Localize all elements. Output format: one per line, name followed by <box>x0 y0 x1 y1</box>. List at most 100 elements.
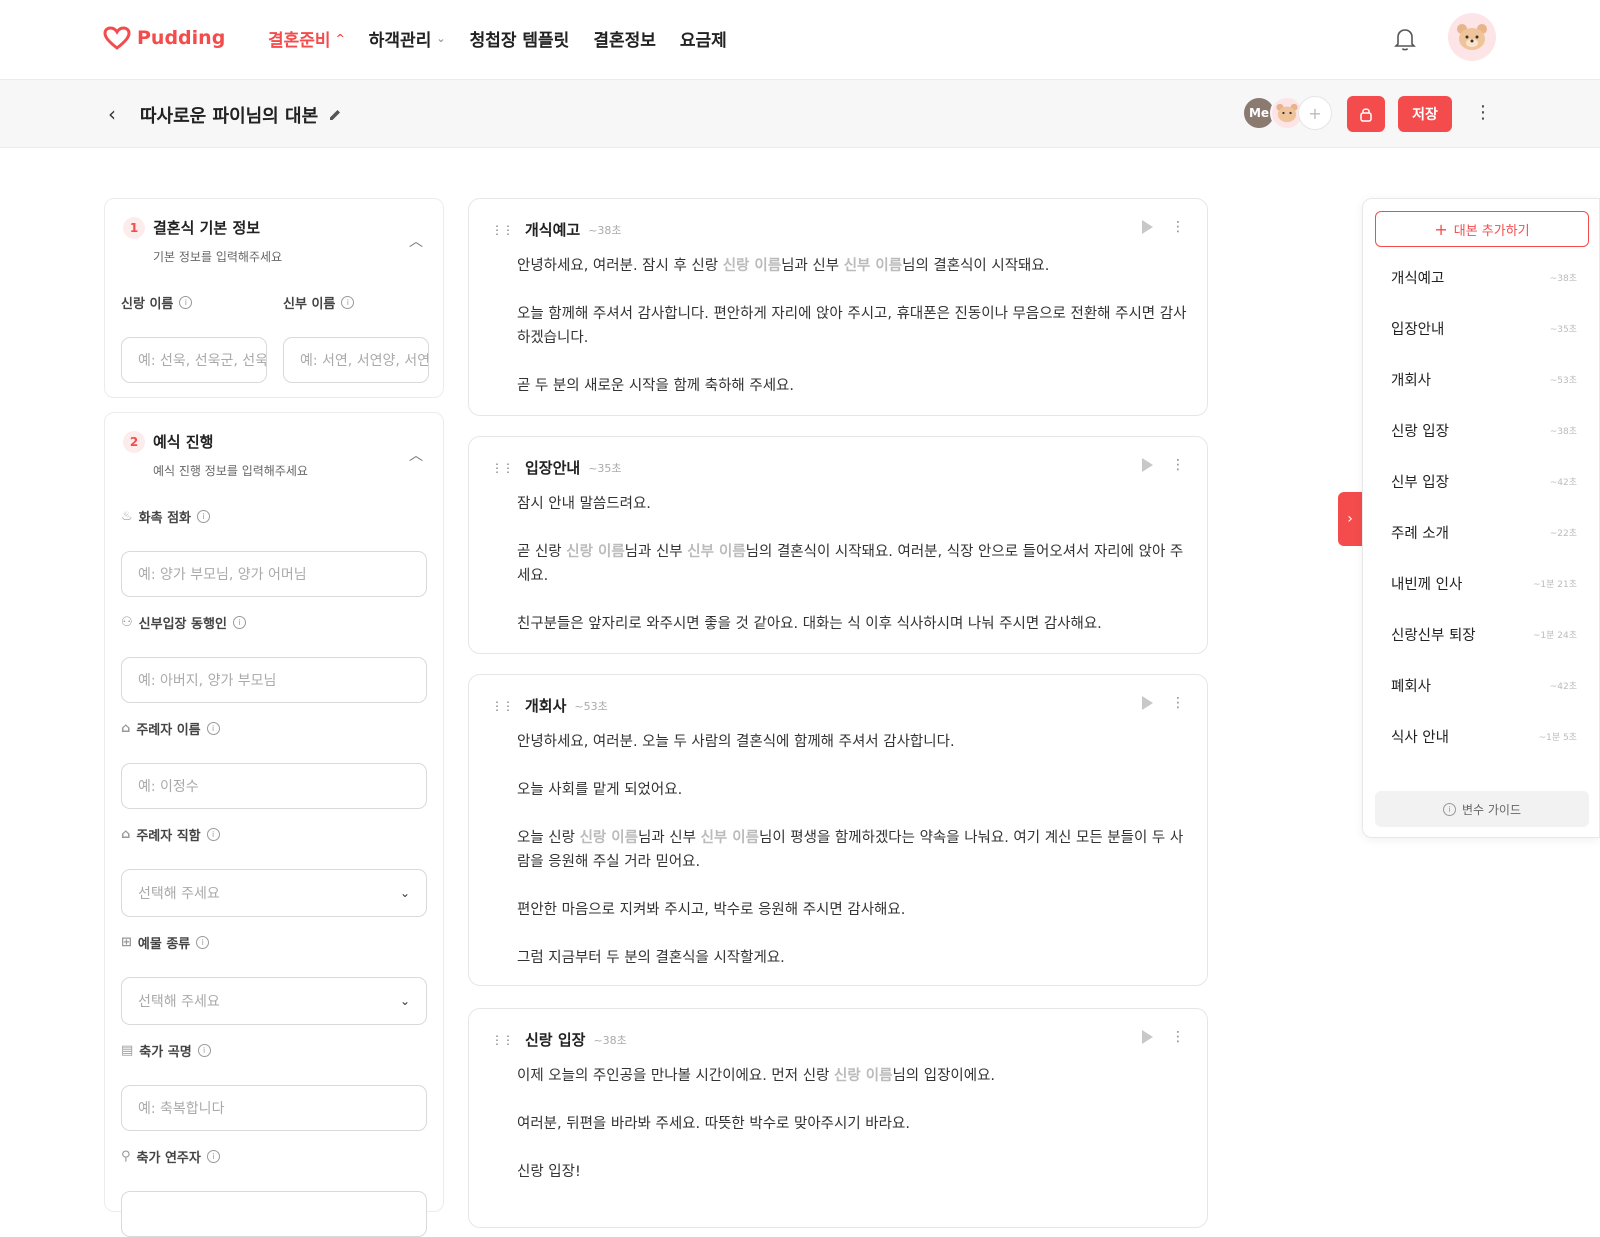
add-script-button[interactable]: + 대본 추가하기 <box>1375 211 1589 247</box>
info-icon: i <box>1442 802 1456 816</box>
back-chevron-icon[interactable]: ‹ <box>108 102 116 126</box>
drag-handle-icon[interactable]: ⋮⋮ <box>491 461 514 475</box>
outline-item[interactable]: 신랑신부 퇴장 ~1분 24초 <box>1391 624 1577 645</box>
outline-item[interactable]: 신랑 입장 ~38초 <box>1391 420 1577 441</box>
more-vertical-icon[interactable]: ⋮ <box>1171 1029 1185 1045</box>
flame-icon: ♨ <box>121 509 133 524</box>
officiant-title-select[interactable]: 선택해 주세요 ⌄ <box>121 869 427 917</box>
variable-chip[interactable]: 신랑 이름 <box>580 830 638 846</box>
user-avatar[interactable] <box>1448 13 1496 61</box>
variable-chip[interactable]: 신부 이름 <box>701 830 759 846</box>
script-paragraph: 곧 두 분의 새로운 시작을 함께 축하해 주세요. <box>517 378 794 394</box>
nav-item-wedding-prep[interactable]: 결혼준비 ^ <box>268 26 345 51</box>
info-icon[interactable]: i <box>206 1150 220 1163</box>
candle-lighting-input[interactable]: 예: 양가 부모님, 양가 어머님 <box>121 551 427 597</box>
script-paragraph: 여러분, 뒤편을 바라봐 주세요. 따뜻한 박수로 맞아주시기 바라요. <box>517 1116 910 1132</box>
outline-item[interactable]: 식사 안내 ~1분 5초 <box>1391 726 1577 747</box>
more-vertical-icon[interactable]: ⋮ <box>1171 219 1185 235</box>
block-title: 신랑 입장 <box>525 1031 586 1049</box>
heart-logo-icon <box>103 26 131 50</box>
drag-handle-icon[interactable]: ⋮⋮ <box>491 223 514 237</box>
bell-icon[interactable] <box>1390 24 1420 54</box>
block-title: 입장안내 <box>525 459 581 477</box>
script-block: ⋮⋮ 신랑 입장 ~38초 ⋮ 이제 오늘의 주인공을 만나볼 시간이에요. 먼저 … <box>468 1008 1208 1228</box>
info-icon[interactable]: i <box>197 1044 211 1057</box>
chevron-up-icon: ^ <box>335 32 345 45</box>
play-icon[interactable] <box>1142 458 1153 472</box>
bride-name-label: 신부 이름 i <box>283 293 355 312</box>
nav-item-invitation-templates[interactable]: 청첩장 템플릿 <box>470 26 570 51</box>
song-performer-input[interactable] <box>121 1191 427 1237</box>
bride-escort-input[interactable]: 예: 아버지, 양가 부모님 <box>121 657 427 703</box>
outline-item[interactable]: 주례 소개 ~22초 <box>1391 522 1577 543</box>
outline-item[interactable]: 폐회사 ~42초 <box>1391 675 1577 696</box>
outline-item[interactable]: 내빈께 인사 ~1분 21초 <box>1391 573 1577 594</box>
chevron-down-icon: ⌄ <box>399 994 410 1008</box>
bride-name-input[interactable]: 예: 서연, 서연양, 서연씨 <box>283 337 429 383</box>
info-icon[interactable]: i <box>341 296 355 309</box>
add-collaborator-button[interactable]: + <box>1298 96 1332 130</box>
nav-item-pricing[interactable]: 요금제 <box>680 26 727 51</box>
block-duration: ~53초 <box>574 699 608 713</box>
drag-handle-icon[interactable]: ⋮⋮ <box>491 699 514 713</box>
nav-item-wedding-info[interactable]: 결혼정보 <box>593 26 656 51</box>
variable-chip[interactable]: 신랑 이름 <box>834 1068 892 1084</box>
bride-escort-label: ⚇ 신부입장 동행인 i <box>121 613 246 632</box>
variable-chip[interactable]: 신부 이름 <box>844 258 902 274</box>
gift-icon: ⊞ <box>121 935 132 950</box>
variable-guide-button[interactable]: i 변수 가이드 <box>1375 791 1589 827</box>
section-subtitle: 기본 정보를 입력해주세요 <box>153 250 283 264</box>
variable-chip[interactable]: 신랑 이름 <box>566 544 624 560</box>
lock-button[interactable] <box>1347 96 1385 132</box>
script-paragraph: 이제 오늘의 주인공을 만나볼 시간이에요. 먼저 신랑 신랑 이름님의 입장이… <box>517 1068 996 1084</box>
edit-pencil-icon[interactable] <box>328 108 342 122</box>
play-icon[interactable] <box>1142 220 1153 234</box>
step-number: 2 <box>123 431 145 453</box>
collapse-chevron-icon[interactable]: ︿ <box>409 445 423 465</box>
section-title: 결혼식 기본 정보 <box>153 219 261 237</box>
script-paragraph: 오늘 사회를 맡게 되었어요. <box>517 782 683 798</box>
gift-type-select[interactable]: 선택해 주세요 ⌄ <box>121 977 427 1025</box>
more-vertical-icon[interactable]: ⋮ <box>1171 695 1185 711</box>
collaborators: Me + <box>1242 96 1332 130</box>
section-subtitle: 예식 진행 정보를 입력해주세요 <box>153 464 308 478</box>
more-vertical-icon[interactable]: ⋮ <box>1171 457 1185 473</box>
officiant-name-input[interactable]: 예: 이정수 <box>121 763 427 809</box>
info-icon[interactable]: i <box>196 936 210 949</box>
block-duration: ~38초 <box>593 1033 627 1047</box>
officiant-name-label: ⌂ 주례자 이름 i <box>121 719 220 738</box>
step-number: 1 <box>123 217 145 239</box>
info-icon[interactable]: i <box>232 616 246 629</box>
outline-item[interactable]: 개회사 ~53초 <box>1391 369 1577 390</box>
panel-toggle-chevron-icon[interactable]: › <box>1338 492 1362 546</box>
script-block: ⋮⋮ 입장안내 ~35초 ⋮ 잠시 안내 말씀드려요. 곧 신랑 신랑 이름님과 신… <box>468 436 1208 654</box>
drag-handle-icon[interactable]: ⋮⋮ <box>491 1033 514 1047</box>
outline-item[interactable]: 신부 입장 ~42초 <box>1391 471 1577 492</box>
section-title: 예식 진행 <box>153 433 214 451</box>
script-paragraph: 친구분들은 앞자리로 와주시면 좋을 것 같아요. 대화는 식 이후 식사하시며… <box>517 616 1102 632</box>
song-title-input[interactable]: 예: 축복합니다 <box>121 1085 427 1131</box>
variable-chip[interactable]: 신부 이름 <box>687 544 745 560</box>
collapse-chevron-icon[interactable]: ︿ <box>409 231 423 251</box>
info-icon[interactable]: i <box>206 828 220 841</box>
info-icon[interactable]: i <box>206 722 220 735</box>
brand-logo[interactable]: Pudding <box>103 26 225 50</box>
outline-item[interactable]: 입장안내 ~35초 <box>1391 318 1577 339</box>
people-icon: ⚇ <box>121 615 133 630</box>
plus-icon: + <box>1434 219 1448 239</box>
script-paragraph: 그럼 지금부터 두 분의 결혼식을 시작할게요. <box>517 950 785 966</box>
document-toolbar: ‹ 따사로운 파이님의 대본 Me + 저장 ⋮ <box>0 80 1600 148</box>
info-icon[interactable]: i <box>197 510 211 523</box>
save-button[interactable]: 저장 <box>1398 96 1452 132</box>
outline-item[interactable]: 개식예고 ~38초 <box>1391 267 1577 288</box>
form-section-ceremony: 2 예식 진행 예식 진행 정보를 입력해주세요 ︿ ♨ 화촉 점화 i 예: 양가… <box>104 412 444 1237</box>
play-icon[interactable] <box>1142 696 1153 710</box>
variable-chip[interactable]: 신랑 이름 <box>723 258 781 274</box>
nav-item-guests[interactable]: 하객관리 ⌄ <box>369 26 446 51</box>
chevron-down-icon: ⌄ <box>436 32 446 45</box>
more-vertical-icon[interactable]: ⋮ <box>1474 102 1492 123</box>
form-section-basic-info: 1 결혼식 기본 정보 기본 정보를 입력해주세요 ︿ 신랑 이름 i 신부 이름… <box>104 198 444 398</box>
play-icon[interactable] <box>1142 1030 1153 1044</box>
info-icon[interactable]: i <box>179 296 193 309</box>
groom-name-input[interactable]: 예: 선욱, 선욱군, 선욱씨 <box>121 337 267 383</box>
